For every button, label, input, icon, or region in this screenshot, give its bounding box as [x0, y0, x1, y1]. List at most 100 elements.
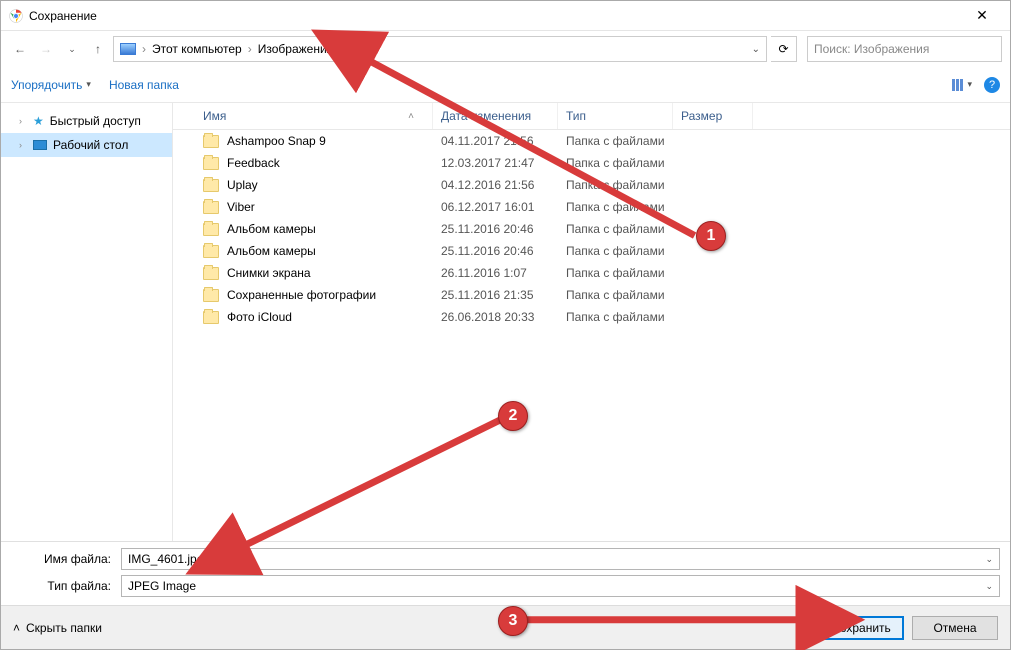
star-icon: ★: [33, 114, 44, 128]
hide-folders-link[interactable]: ˄ Скрыть папки: [13, 621, 102, 635]
file-name: Ashampoo Snap 9: [227, 134, 326, 148]
expand-icon[interactable]: ›: [19, 140, 27, 150]
chevron-down-icon: ▾: [967, 79, 972, 91]
folder-icon: [203, 157, 219, 170]
file-date: 04.11.2017 21:56: [433, 134, 558, 148]
organize-menu[interactable]: Упорядочить ▾: [11, 78, 91, 92]
filetype-value: JPEG Image: [128, 579, 196, 593]
file-name: Альбом камеры: [227, 244, 316, 258]
file-date: 25.11.2016 20:46: [433, 244, 558, 258]
filetype-label: Тип файла:: [11, 579, 121, 593]
file-name: Снимки экрана: [227, 266, 311, 280]
file-date: 25.11.2016 20:46: [433, 222, 558, 236]
search-placeholder: Поиск: Изображения: [814, 42, 929, 56]
file-type: Папка с файлами: [558, 156, 673, 170]
cancel-button[interactable]: Отмена: [912, 616, 998, 640]
chevron-down-icon[interactable]: ⌄: [985, 581, 993, 592]
toolbar: Упорядочить ▾ Новая папка ▾ ?: [1, 67, 1010, 103]
table-row[interactable]: Feedback 12.03.2017 21:47Папка с файлами: [173, 152, 1010, 174]
organize-label: Упорядочить: [11, 78, 82, 92]
file-type: Папка с файлами: [558, 244, 673, 258]
table-row[interactable]: Ashampoo Snap 9 04.11.2017 21:56Папка с ф…: [173, 130, 1010, 152]
table-row[interactable]: Viber 06.12.2017 16:01Папка с файлами: [173, 196, 1010, 218]
sort-asc-icon: ˄: [408, 111, 414, 122]
filename-label: Имя файла:: [11, 552, 121, 566]
table-row[interactable]: Uplay04.12.2016 21:56Папка с файлами: [173, 174, 1010, 196]
col-date[interactable]: Дата изменения: [433, 103, 558, 129]
sidebar-item-label: Рабочий стол: [53, 138, 128, 152]
file-type: Папка с файлами: [558, 288, 673, 302]
up-button[interactable]: ↑: [87, 37, 109, 61]
sidebar-item-desktop[interactable]: › Рабочий стол: [1, 133, 172, 157]
sidebar-item-quick-access[interactable]: › ★ Быстрый доступ: [1, 109, 172, 133]
file-name: Альбом камеры: [227, 222, 316, 236]
folder-icon: [203, 289, 219, 302]
file-date: 26.06.2018 20:33: [433, 310, 558, 324]
filename-value: IMG_4601.jpeg: [128, 552, 210, 566]
save-dialog: Сохранение ✕ ← → ⌄ ↑ › Этот компьютер › …: [0, 0, 1011, 650]
file-date: 12.03.2017 21:47: [433, 156, 558, 170]
col-name[interactable]: Имя ˄: [173, 103, 433, 129]
col-name-label: Имя: [203, 109, 226, 123]
chrome-icon: [9, 9, 23, 23]
back-button[interactable]: ←: [9, 37, 31, 61]
col-type[interactable]: Тип: [558, 103, 673, 129]
help-button[interactable]: ?: [984, 77, 1000, 93]
pc-icon: [120, 43, 136, 55]
action-bar: ˄ Скрыть папки Сохранить Отмена: [1, 605, 1010, 649]
file-name: Фото iCloud: [227, 310, 292, 324]
folder-icon: [203, 179, 219, 192]
breadcrumb-seg-2[interactable]: Изображения: [258, 42, 333, 56]
file-type: Папка с файлами: [558, 200, 673, 214]
breadcrumb-seg-1[interactable]: Этот компьютер: [152, 42, 242, 56]
chevron-down-icon[interactable]: ⌄: [985, 554, 993, 565]
file-date: 25.11.2016 21:35: [433, 288, 558, 302]
filetype-select[interactable]: JPEG Image ⌄: [121, 575, 1000, 597]
file-name: Feedback: [227, 156, 280, 170]
column-headers: Имя ˄ Дата изменения Тип Размер: [173, 103, 1010, 130]
table-row[interactable]: Альбом камеры 25.11.2016 20:46Папка с фай…: [173, 218, 1010, 240]
chevron-up-icon: ˄: [13, 621, 20, 635]
folder-icon: [203, 311, 219, 324]
nav-row: ← → ⌄ ↑ › Этот компьютер › Изображения ⌄…: [1, 31, 1010, 67]
window-title: Сохранение: [29, 9, 97, 23]
table-row[interactable]: Фото iCloud 26.06.2018 20:33Папка с файла…: [173, 306, 1010, 328]
col-size[interactable]: Размер: [673, 103, 753, 129]
breadcrumb-sep: ›: [248, 42, 252, 56]
address-bar[interactable]: › Этот компьютер › Изображения ⌄: [113, 36, 767, 62]
file-date: 06.12.2017 16:01: [433, 200, 558, 214]
view-options-button[interactable]: ▾: [952, 79, 972, 91]
titlebar: Сохранение ✕: [1, 1, 1010, 31]
close-button[interactable]: ✕: [962, 7, 1002, 24]
forward-button[interactable]: →: [35, 37, 57, 61]
file-type: Папка с файлами: [558, 310, 673, 324]
sidebar: › ★ Быстрый доступ › Рабочий стол: [1, 103, 173, 541]
footer-inputs: Имя файла: IMG_4601.jpeg ⌄ Тип файла: JP…: [1, 541, 1010, 605]
file-name: Uplay: [227, 178, 258, 192]
refresh-button[interactable]: ⟳: [771, 36, 797, 62]
folder-icon: [203, 245, 219, 258]
search-input[interactable]: Поиск: Изображения: [807, 36, 1002, 62]
table-row[interactable]: Сохраненные фотографии 25.11.2016 21:35Па…: [173, 284, 1010, 306]
address-dropdown-icon[interactable]: ⌄: [752, 44, 760, 55]
table-row[interactable]: Альбом камеры 25.11.2016 20:46Папка с фай…: [173, 240, 1010, 262]
save-button[interactable]: Сохранить: [818, 616, 904, 640]
file-type: Папка с файлами: [558, 134, 673, 148]
breadcrumb-sep: ›: [142, 42, 146, 56]
desktop-icon: [33, 140, 47, 150]
file-name: Сохраненные фотографии: [227, 288, 376, 302]
file-type: Папка с файлами: [558, 266, 673, 280]
file-type: Папка с файлами: [558, 222, 673, 236]
file-date: 26.11.2016 1:07: [433, 266, 558, 280]
file-type: Папка с файлами: [558, 178, 673, 192]
table-row[interactable]: Снимки экрана 26.11.2016 1:07Папка с файл…: [173, 262, 1010, 284]
folder-icon: [203, 223, 219, 236]
file-name: Viber: [227, 200, 255, 214]
filename-input[interactable]: IMG_4601.jpeg ⌄: [121, 548, 1000, 570]
chevron-down-icon: ▾: [86, 79, 91, 90]
expand-icon[interactable]: ›: [19, 116, 27, 126]
recent-dropdown[interactable]: ⌄: [61, 37, 83, 61]
new-folder-button[interactable]: Новая папка: [109, 78, 179, 92]
folder-icon: [203, 135, 219, 148]
hide-folders-label: Скрыть папки: [26, 621, 102, 635]
